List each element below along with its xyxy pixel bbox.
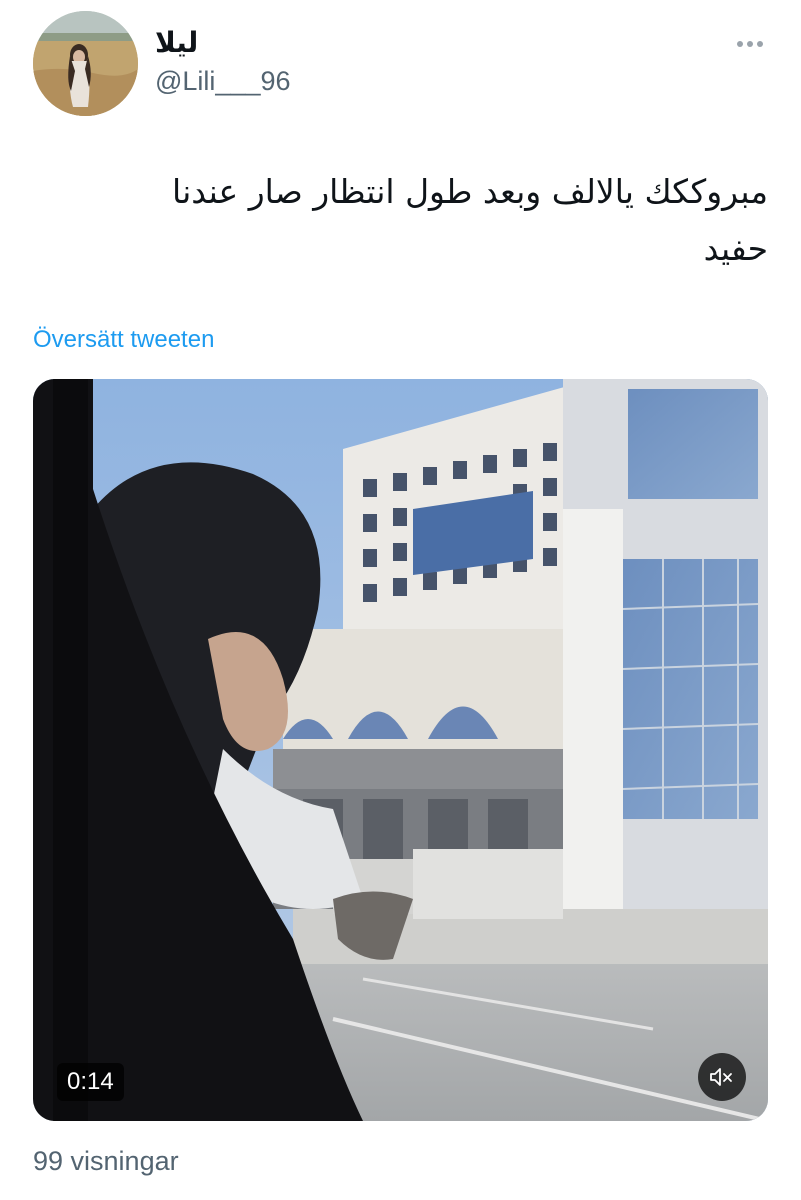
volume-muted-icon bbox=[710, 1068, 732, 1086]
video-frame bbox=[33, 379, 768, 1121]
author-handle[interactable]: @Lili___96 bbox=[155, 66, 291, 97]
avatar[interactable] bbox=[33, 11, 138, 116]
video-player[interactable]: 0:14 bbox=[33, 379, 768, 1121]
tweet-text: مبروككك يالالف وبعد طول انتظار صار عندنا… bbox=[40, 163, 768, 277]
tweet-text-line: مبروككك يالالف وبعد طول انتظار صار عندنا bbox=[172, 172, 768, 211]
tweet-text-line: حفيد bbox=[703, 229, 768, 268]
author-display-name[interactable]: ليلا bbox=[155, 26, 198, 59]
mute-toggle-button[interactable] bbox=[698, 1053, 746, 1101]
view-count: 99 visningar bbox=[33, 1146, 179, 1176]
more-horizontal-icon bbox=[737, 41, 743, 47]
more-options-button[interactable] bbox=[730, 30, 770, 58]
avatar-image bbox=[33, 11, 138, 116]
video-duration-badge: 0:14 bbox=[57, 1063, 124, 1101]
tweet-card: ليلا @Lili___96 مبروككك يالالف وبعد طول … bbox=[0, 0, 801, 1200]
translate-tweet-link[interactable]: Översätt tweeten bbox=[33, 326, 214, 354]
